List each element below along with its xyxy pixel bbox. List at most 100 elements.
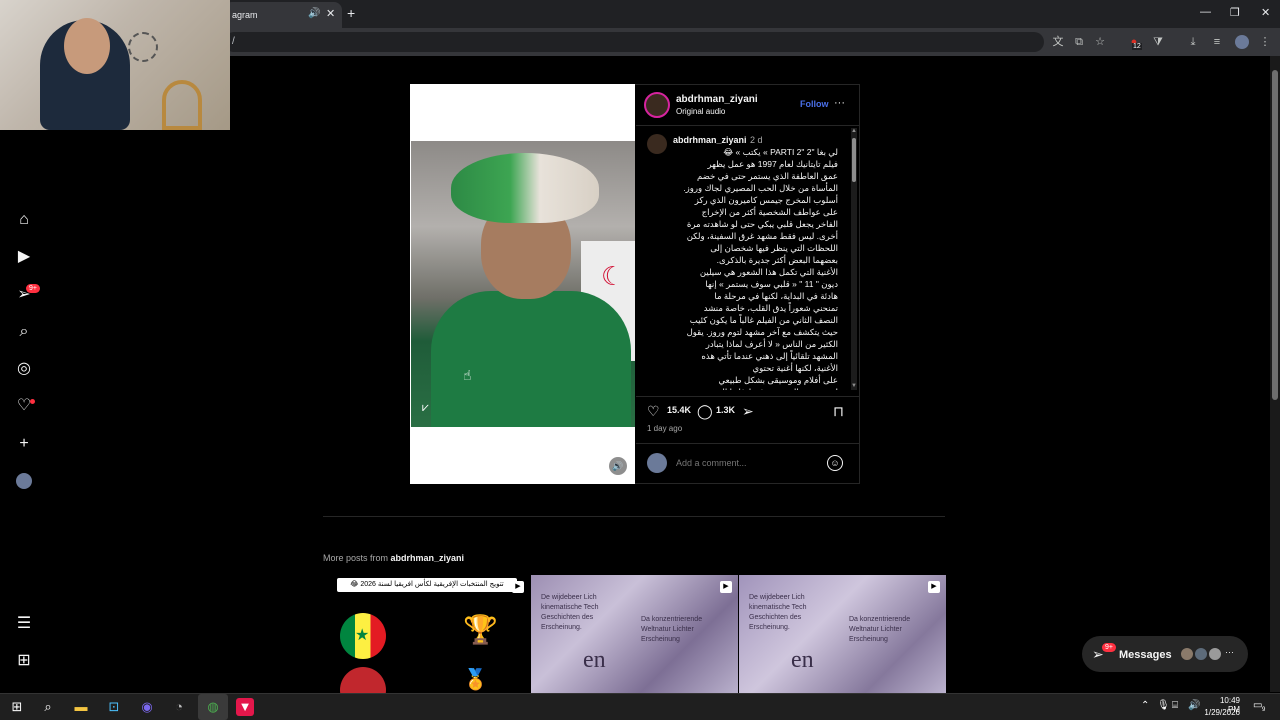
thumbnail-word: en: [583, 647, 606, 673]
store-icon[interactable]: ⊡: [105, 698, 123, 716]
post-age[interactable]: 1 day ago: [647, 424, 682, 433]
minimize-icon[interactable]: —: [1200, 6, 1211, 18]
share-icon[interactable]: ➢: [742, 403, 754, 420]
explore-icon[interactable]: ◎: [14, 359, 34, 379]
jersey-logo-icon: ⩗: [422, 400, 429, 414]
windows-start-icon[interactable]: ⊞: [8, 698, 26, 716]
taskbar-search-icon[interactable]: ⌕: [39, 698, 57, 716]
wall-mirror: [162, 80, 202, 130]
app-icon[interactable]: ▼: [236, 698, 254, 716]
home-icon[interactable]: ⌂: [14, 210, 34, 230]
caption-text: لي بغا "PARTI 2" 2 » يكتب » 😂 فيلم تايتا…: [683, 147, 838, 390]
address-text: /: [232, 36, 235, 47]
comment-icon[interactable]: ◯: [697, 403, 713, 420]
webcam-overlay: [0, 0, 230, 130]
chrome-icon[interactable]: ◍: [204, 698, 222, 716]
reels-icon[interactable]: ▶: [14, 247, 34, 267]
thumbnail-word: en: [791, 647, 814, 673]
thumbnail-newspaper-text: De wijdebeer Lich kinematische Tech Gesc…: [541, 594, 599, 631]
comment-count[interactable]: 1.3K: [716, 405, 735, 415]
translate-icon[interactable]: 文: [1050, 34, 1066, 50]
file-explorer-icon[interactable]: ▬: [72, 698, 90, 716]
also-from-meta-icon[interactable]: ⊞: [14, 651, 34, 671]
browser-menu-icon[interactable]: ⋮: [1257, 34, 1273, 50]
tab-close-icon[interactable]: ✕: [326, 7, 335, 20]
reel-icon: ▶: [720, 581, 732, 593]
tray-overflow-icon[interactable]: ⌃: [1141, 700, 1149, 711]
audio-label[interactable]: Original audio: [676, 107, 725, 116]
extensions-puzzle-icon[interactable]: ⧩: [1150, 34, 1166, 50]
scroll-up-icon[interactable]: ▲: [851, 128, 857, 134]
restore-icon[interactable]: ❐: [1230, 6, 1240, 19]
more-posts-prefix: More posts from: [323, 553, 391, 563]
browser-profile-avatar[interactable]: [1235, 35, 1249, 49]
divider: [323, 516, 945, 517]
more-post-thumbnail[interactable]: De wijdebeer Lich kinematische Tech Gesc…: [531, 575, 738, 693]
search-icon[interactable]: ⌕: [14, 322, 34, 342]
microphone-icon[interactable]: 🎙: [1157, 700, 1170, 711]
post-video[interactable]: ☾: [411, 141, 635, 427]
more-post-thumbnail[interactable]: تتويج المنتخبات الإفريقية لكأس افريقيا ل…: [323, 575, 530, 693]
messages-pill-badge: 9+: [1102, 643, 1116, 652]
like-heart-icon[interactable]: ♡: [647, 403, 660, 420]
address-bar[interactable]: /: [224, 32, 1044, 52]
caption-username[interactable]: abdrhman_ziyani: [673, 135, 747, 145]
wall-clock: [128, 32, 158, 62]
messages-label[interactable]: Messages: [1119, 649, 1172, 661]
more-posts-heading: More posts from abdrhman_ziyani: [323, 553, 464, 563]
media-control-icon[interactable]: ≡: [1209, 34, 1225, 50]
commenter-avatar: [647, 453, 667, 473]
more-options-icon[interactable]: ···: [834, 97, 845, 109]
divider: [636, 396, 859, 397]
thumbnail-newspaper-text: De wijdebeer Lich kinematische Tech Gesc…: [749, 594, 807, 631]
divider: [636, 443, 859, 444]
conversation-avatar[interactable]: [1208, 647, 1222, 661]
author-avatar[interactable]: [644, 92, 670, 118]
bucket-hat: [451, 153, 599, 223]
comment-input[interactable]: [676, 458, 816, 468]
like-count[interactable]: 15.4K: [667, 405, 691, 415]
reel-icon: ▶: [928, 581, 940, 593]
download-icon[interactable]: ⤓: [1185, 34, 1201, 50]
more-posts-username[interactable]: abdrhman_ziyani: [391, 553, 465, 563]
profile-avatar[interactable]: [16, 473, 32, 489]
morocco-flag: [340, 667, 386, 693]
tab-title: agram: [232, 10, 258, 20]
scroll-down-icon[interactable]: ▼: [851, 383, 857, 389]
caption-avatar[interactable]: [647, 134, 667, 154]
caption-scroll-thumb[interactable]: [852, 138, 856, 182]
more-post-thumbnail[interactable]: De wijdebeer Lich kinematische Tech Gesc…: [739, 575, 946, 693]
thumbnail-newspaper-text: Da konzentrierende Weltnatur Lichter Ers…: [849, 616, 911, 643]
create-icon[interactable]: +: [14, 434, 34, 454]
page-scroll-thumb[interactable]: [1272, 70, 1278, 400]
speaker-icon[interactable]: 🔊: [308, 8, 320, 19]
divider: [636, 125, 859, 126]
caption-time: 2 d: [750, 135, 763, 145]
window-close-icon[interactable]: ✕: [1261, 6, 1270, 19]
app-icon[interactable]: ◔: [170, 698, 188, 716]
taskbar-date[interactable]: 1/29/2026: [1202, 708, 1240, 717]
messages-more-icon[interactable]: ···: [1225, 647, 1234, 657]
mute-toggle-icon[interactable]: 🔊: [609, 457, 627, 475]
author-username[interactable]: abdrhman_ziyani: [676, 94, 758, 105]
emoji-icon[interactable]: ☺: [827, 455, 843, 471]
notification-count: 9: [1262, 707, 1266, 713]
network-icon[interactable]: ⌸: [1172, 700, 1178, 711]
notification-dot: [30, 399, 35, 404]
menu-icon[interactable]: ☰: [14, 614, 34, 634]
conversation-avatar[interactable]: [1180, 647, 1194, 661]
os-taskbar: [0, 693, 1280, 720]
save-bookmark-icon[interactable]: ⊓: [833, 403, 844, 420]
new-tab-button[interactable]: +: [347, 5, 355, 21]
conversation-avatar[interactable]: [1194, 647, 1208, 661]
thumbnail-newspaper-text: Da konzentrierende Weltnatur Lichter Ers…: [641, 616, 703, 643]
follow-button[interactable]: Follow: [800, 99, 829, 109]
browser-tab-active[interactable]: agram 🔊 ✕: [224, 2, 342, 28]
volume-icon[interactable]: 🔊: [1188, 700, 1200, 711]
senegal-flag: ★: [340, 613, 386, 659]
cast-icon[interactable]: ⧉: [1071, 34, 1087, 50]
bookmark-star-icon[interactable]: ☆: [1092, 34, 1108, 50]
app-icon[interactable]: ◉: [138, 698, 156, 716]
medal-icon: 🏅: [463, 669, 488, 691]
webcam-face: [64, 18, 110, 74]
